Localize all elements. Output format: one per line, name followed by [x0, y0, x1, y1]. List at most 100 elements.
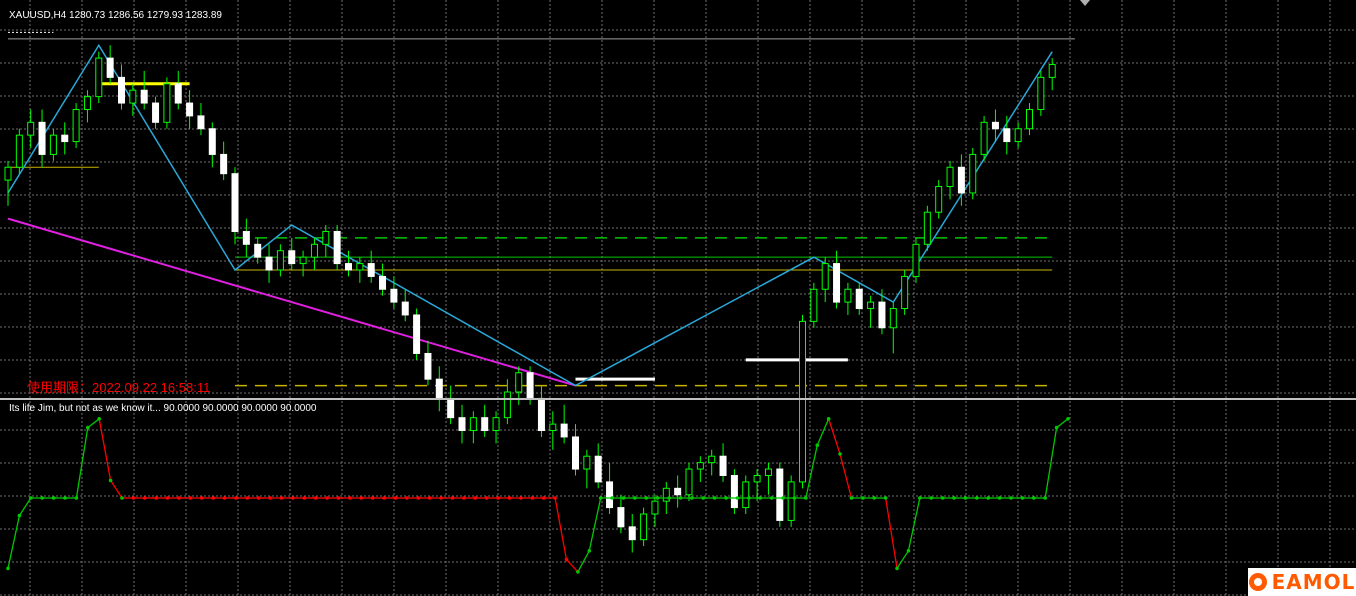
- symbol-label: XAUUSD,H4: [9, 10, 67, 21]
- osc-point: [918, 496, 922, 500]
- osc-point: [553, 496, 557, 500]
- candle-body: [481, 417, 489, 432]
- candle-body: [265, 256, 273, 271]
- osc-point: [177, 496, 181, 500]
- candle-body: [345, 263, 352, 271]
- candle-body: [560, 423, 568, 438]
- osc-point: [781, 496, 785, 500]
- candle-body: [969, 153, 977, 194]
- osc-segment: [884, 497, 898, 569]
- candle-body: [220, 153, 228, 175]
- candle-body: [764, 468, 772, 476]
- osc-point: [1020, 496, 1025, 500]
- osc-point: [815, 443, 820, 448]
- osc-segment: [1056, 418, 1069, 429]
- candle-body: [208, 128, 216, 155]
- osc-segment: [87, 418, 100, 429]
- osc-point: [234, 496, 238, 500]
- osc-point: [28, 496, 33, 500]
- candle-body: [878, 301, 886, 329]
- expiry-text: 使用期限：2022.09.22 16:58:11: [27, 380, 211, 395]
- osc-point: [370, 496, 375, 500]
- candle-body: [186, 102, 194, 117]
- candle-body: [174, 83, 182, 104]
- osc-point: [929, 496, 934, 500]
- osc-point: [849, 496, 854, 500]
- osc-point: [405, 496, 409, 500]
- candle-body: [435, 378, 443, 399]
- candle-body: [1048, 64, 1056, 78]
- osc-point: [507, 496, 512, 500]
- osc-point: [690, 496, 694, 500]
- candle-body: [821, 263, 829, 290]
- osc-segment: [577, 550, 590, 573]
- candle-body: [129, 89, 137, 104]
- osc-point: [1032, 496, 1036, 500]
- osc-point: [325, 496, 329, 500]
- candle-body: [27, 121, 35, 136]
- candle-body: [730, 474, 738, 509]
- candle-body: [1037, 76, 1045, 110]
- osc-point: [747, 496, 751, 500]
- candle-body: [685, 468, 693, 496]
- osc-point: [131, 496, 136, 500]
- main-header: XAUUSD,H4 1280.73 1286.56 1279.93 1283.8…: [9, 10, 222, 21]
- candle-body: [469, 417, 477, 432]
- chart-shift-marker[interactable]: [1080, 0, 1090, 6]
- osc-point: [530, 496, 535, 500]
- osc-segment: [896, 550, 909, 569]
- osc-point: [40, 496, 44, 500]
- candle-body: [946, 166, 954, 188]
- candle-body: [390, 288, 398, 303]
- candle-body: [49, 134, 57, 155]
- osc-segment: [816, 418, 830, 446]
- candles: [4, 45, 1056, 553]
- candle-body: [95, 57, 103, 98]
- candle-body: [106, 57, 114, 78]
- osc-point: [279, 496, 284, 500]
- osc-point: [188, 496, 193, 500]
- osc-point: [735, 496, 740, 500]
- candle-body: [118, 76, 125, 104]
- osc-point: [222, 496, 227, 500]
- osc-point: [268, 496, 272, 500]
- candle-body: [447, 397, 455, 419]
- candle-body: [140, 89, 148, 104]
- osc-point: [519, 496, 523, 500]
- ohlc-readout: 1280.73 1286.56 1279.93 1283.89: [69, 10, 222, 21]
- candle-body: [867, 301, 875, 310]
- osc-point: [667, 496, 671, 500]
- osc-point: [655, 496, 660, 500]
- osc-point: [393, 496, 398, 500]
- candle-body: [549, 423, 557, 432]
- osc-segment: [110, 480, 123, 499]
- candle-body: [310, 243, 318, 258]
- osc-point: [416, 496, 421, 500]
- candle-body: [594, 455, 602, 483]
- osc-point: [154, 496, 158, 500]
- osc-segment: [7, 515, 21, 569]
- indicator-values: 90.0000 90.0000 90.0000 90.0000: [163, 403, 317, 414]
- candle-body: [628, 526, 636, 541]
- osc-point: [439, 496, 443, 500]
- osc-point: [576, 570, 580, 574]
- candle-body: [912, 243, 920, 277]
- osc-point: [598, 496, 603, 500]
- candle-body: [276, 250, 284, 271]
- candle-body: [367, 263, 375, 277]
- osc-point: [484, 496, 489, 500]
- osc-point: [1054, 425, 1059, 430]
- osc-point: [6, 566, 10, 571]
- candle-body: [152, 102, 160, 123]
- osc-point: [940, 496, 945, 500]
- osc-point: [17, 513, 22, 518]
- osc-point: [975, 496, 979, 500]
- osc-point: [1043, 496, 1048, 500]
- osc-point: [906, 549, 911, 553]
- osc-point: [758, 496, 763, 500]
- osc-point: [952, 496, 956, 500]
- eamol-logo-text: EAMOL: [1271, 570, 1356, 594]
- candle-body: [163, 83, 171, 123]
- osc-point: [427, 496, 432, 500]
- osc-point: [861, 496, 865, 500]
